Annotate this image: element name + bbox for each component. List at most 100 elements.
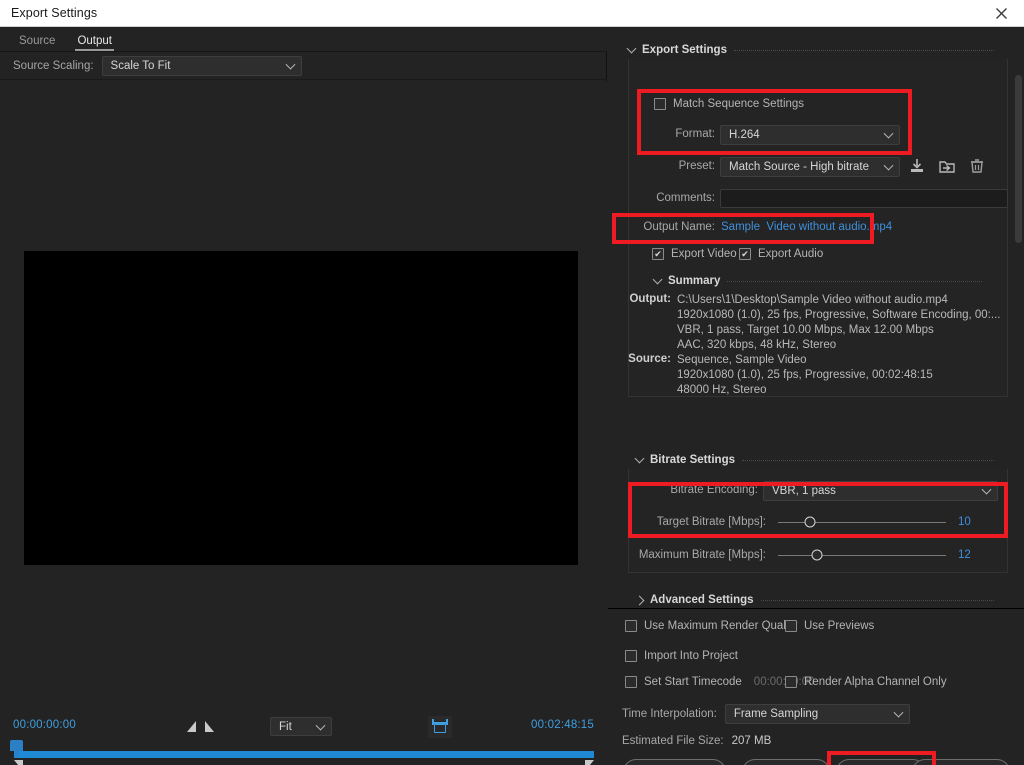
time-interpolation-dropdown[interactable]: Frame Sampling [724, 704, 910, 724]
chevron-down-icon [981, 484, 992, 495]
maximum-bitrate-row: Maximum Bitrate [Mbps]: 12 [636, 549, 986, 561]
target-bitrate-label: Target Bitrate [Mbps]: [656, 516, 766, 528]
summary-source-line: Sequence, Sample Video [677, 354, 807, 366]
window-title: Export Settings [11, 6, 98, 20]
import-into-project-label: Import Into Project [644, 650, 738, 662]
render-alpha-only-checkbox[interactable] [785, 676, 797, 688]
use-max-render-quality-label: Use Maximum Render Quality [644, 620, 798, 632]
chevron-down-icon [634, 453, 645, 463]
playhead-handle[interactable] [10, 740, 23, 758]
source-scaling-dropdown[interactable]: Scale To Fit [101, 55, 302, 76]
match-sequence-settings-row[interactable]: Match Sequence Settings [654, 98, 804, 110]
in-point-marker-icon[interactable] [187, 721, 196, 732]
summary-section-header[interactable]: Summary [634, 274, 996, 287]
video-preview-stage[interactable] [0, 81, 607, 712]
header-rule [727, 280, 982, 282]
tab-source[interactable]: Source [8, 35, 66, 51]
video-preview-frame[interactable] [24, 251, 578, 565]
maximum-bitrate-label: Maximum Bitrate [Mbps]: [638, 549, 766, 561]
summary-source-line: 48000 Hz, Stereo [677, 384, 767, 396]
chevron-down-icon [626, 43, 637, 53]
target-bitrate-slider[interactable] [778, 516, 946, 528]
queue-button[interactable]: Queue [742, 759, 830, 765]
source-scaling-value: Scale To Fit [110, 59, 171, 72]
chevron-down-icon [652, 274, 663, 284]
scrubber[interactable] [0, 740, 607, 765]
maximum-bitrate-knob[interactable] [811, 549, 823, 561]
settings-panel: Export Settings Match Sequence Settings … [608, 27, 1024, 765]
range-in-handle[interactable] [14, 760, 23, 765]
summary-title: Summary [668, 275, 721, 287]
settings-scrollbar[interactable] [1015, 75, 1022, 243]
import-preset-icon[interactable] [938, 157, 956, 175]
comments-input[interactable] [720, 189, 1008, 208]
export-video-checkbox[interactable] [652, 248, 664, 260]
close-icon[interactable] [978, 0, 1024, 26]
header-rule [742, 459, 994, 461]
metadata-button[interactable]: Metadata… [623, 759, 726, 765]
estimated-file-size-value: 207 MB [731, 735, 772, 747]
summary-output-line: AAC, 320 kbps, 48 kHz, Stereo [677, 339, 837, 351]
render-alpha-only-row[interactable]: Render Alpha Channel Only [785, 676, 947, 688]
export-video-row[interactable]: Export Video [652, 248, 737, 260]
use-previews-row[interactable]: Use Previews [785, 620, 874, 632]
bitrate-settings-section-header[interactable]: Bitrate Settings [616, 453, 1008, 466]
source-scaling-row: Source Scaling: Scale To Fit [0, 52, 607, 100]
title-bar: Export Settings [0, 0, 1024, 27]
set-start-timecode-checkbox[interactable] [625, 676, 637, 688]
chevron-right-icon [634, 595, 645, 605]
use-max-render-quality-row[interactable]: Use Maximum Render Quality [625, 620, 797, 632]
time-interpolation-value: Frame Sampling [733, 708, 819, 720]
tab-output[interactable]: Output [66, 35, 123, 51]
range-out-handle[interactable] [585, 760, 594, 765]
summary-output-line: C:\Users\1\Desktop\Sample Video without … [677, 294, 948, 306]
export-settings-section-header[interactable]: Export Settings [608, 43, 1008, 56]
bitrate-encoding-label: Bitrate Encoding: [670, 484, 758, 496]
use-max-render-quality-checkbox[interactable] [625, 620, 637, 632]
bitrate-encoding-value: VBR, 1 pass [772, 485, 836, 497]
use-previews-label: Use Previews [804, 620, 875, 632]
maximum-bitrate-value[interactable]: 12 [958, 549, 984, 561]
bitrate-encoding-dropdown[interactable]: VBR, 1 pass [763, 481, 998, 501]
export-audio-row[interactable]: Export Audio [739, 248, 823, 260]
use-previews-checkbox[interactable] [785, 620, 797, 632]
summary-output-label: Output: [629, 293, 671, 305]
target-bitrate-value[interactable]: 10 [958, 516, 984, 528]
zoom-level-dropdown[interactable]: Fit [270, 717, 332, 736]
preset-value: Match Source - High bitrate [729, 161, 869, 173]
header-rule [733, 49, 994, 51]
match-sequence-checkbox[interactable] [654, 98, 666, 110]
chevron-down-icon [883, 128, 894, 139]
maximum-bitrate-slider[interactable] [778, 549, 946, 561]
save-preset-icon[interactable] [908, 157, 926, 175]
source-scaling-label: Source Scaling: [13, 59, 94, 72]
output-name-link[interactable]: Sample Video without audio.mp4 [721, 221, 892, 233]
import-into-project-checkbox[interactable] [625, 650, 637, 662]
preset-dropdown[interactable]: Match Source - High bitrate [720, 157, 900, 177]
estimated-file-size-label: Estimated File Size: [622, 735, 724, 747]
out-point-marker-icon[interactable] [205, 721, 214, 732]
format-dropdown[interactable]: H.264 [720, 125, 900, 145]
preset-actions [908, 157, 986, 175]
summary-source-label: Source: [628, 353, 671, 365]
zoom-level-value: Fit [279, 720, 292, 733]
time-interpolation-label: Time Interpolation: [622, 708, 717, 720]
cancel-button[interactable]: Cancel [912, 759, 1010, 765]
source-output-tabs: Source Output [0, 27, 607, 52]
header-rule [760, 599, 994, 601]
chevron-down-icon [285, 59, 295, 70]
summary-source-lines: Sequence, Sample Video 1920x1080 (1.0), … [677, 353, 933, 398]
duration-timecode[interactable]: 00:02:48:15 [531, 719, 594, 731]
advanced-settings-title: Advanced Settings [650, 594, 754, 606]
target-bitrate-knob[interactable] [804, 516, 816, 528]
current-timecode[interactable]: 00:00:00:00 [13, 719, 76, 731]
scrub-track[interactable] [14, 751, 594, 758]
source-range-icon[interactable] [428, 716, 452, 738]
export-audio-checkbox[interactable] [739, 248, 751, 260]
transport-controls: 00:00:00:00 Fit 00:02:48:15 [0, 712, 607, 765]
delete-preset-icon[interactable] [968, 157, 986, 175]
import-into-project-row[interactable]: Import Into Project [625, 650, 738, 662]
export-button[interactable]: Export [836, 759, 926, 765]
advanced-settings-section-header[interactable]: Advanced Settings [616, 594, 1008, 606]
format-value: H.264 [729, 129, 760, 141]
